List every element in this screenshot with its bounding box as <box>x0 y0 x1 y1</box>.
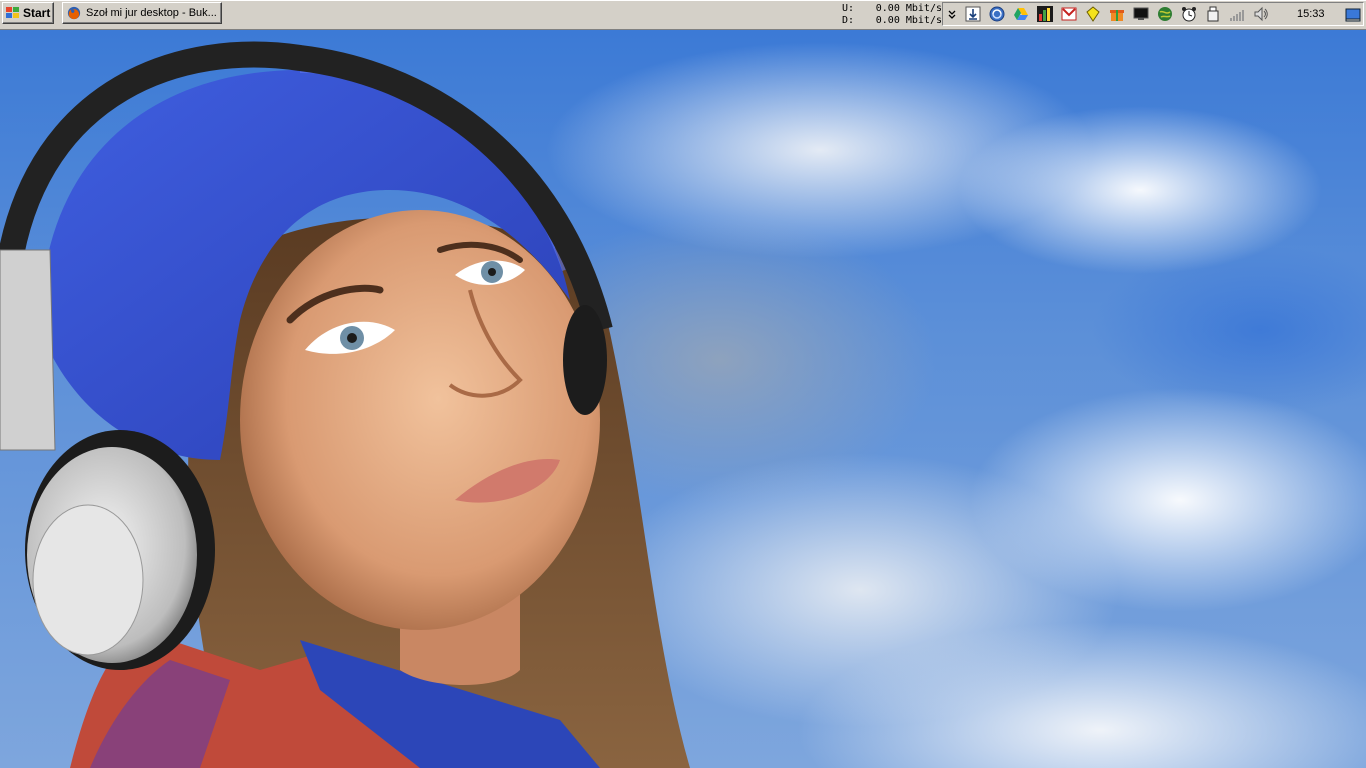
taskbar-window-button[interactable]: Szoł mi jur desktop - Buk... <box>62 2 222 24</box>
signal-strength-icon[interactable] <box>1229 6 1245 22</box>
gift-icon[interactable] <box>1109 6 1125 22</box>
system-tray: 15:33 <box>942 2 1364 26</box>
start-button[interactable]: Start <box>2 2 54 24</box>
google-drive-icon[interactable] <box>1013 6 1029 22</box>
clock[interactable]: 15:33 <box>1297 8 1325 20</box>
sticky-note-icon[interactable] <box>1085 6 1101 22</box>
volume-icon[interactable] <box>1253 6 1269 22</box>
taskbar-window-title: Szoł mi jur desktop - Buk... <box>86 7 217 19</box>
upload-label: U: <box>842 3 855 14</box>
gmail-icon[interactable] <box>1061 6 1077 22</box>
taskbar: Start Szoł mi jur desktop - Buk... U: 0.… <box>0 0 1366 30</box>
network-monitor: U: 0.00 Mbit/s D: 0.00 Mbit/s <box>840 3 942 27</box>
download-label: D: <box>842 15 855 26</box>
show-desktop-icon[interactable] <box>1345 7 1361 23</box>
monitor-icon[interactable] <box>1133 6 1149 22</box>
firefox-icon <box>67 6 81 20</box>
bar-graph-icon[interactable] <box>1037 6 1053 22</box>
alarm-clock-icon[interactable] <box>1181 6 1197 22</box>
start-label: Start <box>23 6 51 20</box>
download-icon[interactable] <box>965 6 981 22</box>
windows-logo-icon <box>6 7 19 18</box>
globe-sync-icon[interactable] <box>989 6 1005 22</box>
usb-device-icon[interactable] <box>1205 6 1221 22</box>
network-globe-icon[interactable] <box>1157 6 1173 22</box>
show-hidden-icons-chevron-icon[interactable] <box>945 7 959 21</box>
desktop-wallpaper <box>0 30 1366 768</box>
upload-value: 0.00 Mbit/s <box>875 3 942 14</box>
download-value: 0.00 Mbit/s <box>875 15 942 26</box>
wallpaper-illustration <box>0 41 690 768</box>
